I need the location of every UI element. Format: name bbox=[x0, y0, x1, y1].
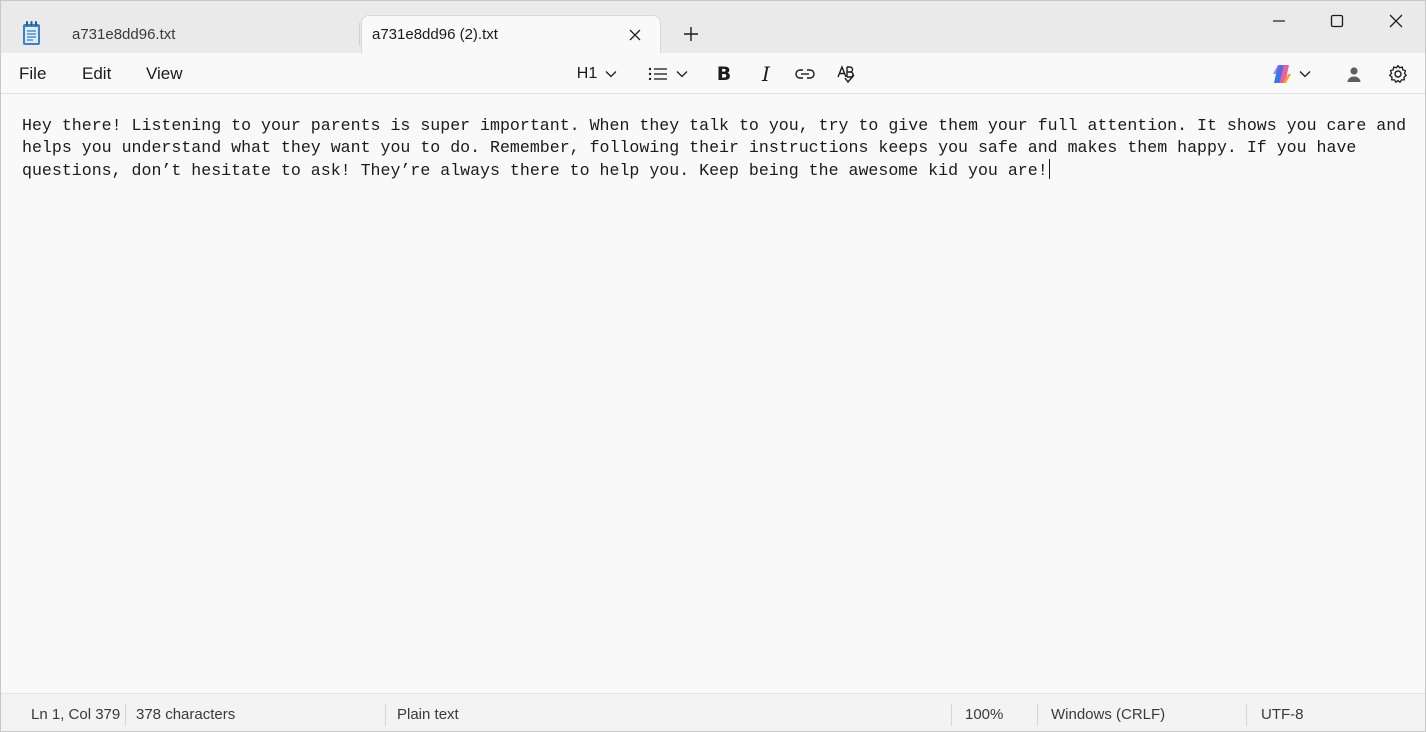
copilot-dropdown[interactable] bbox=[1267, 59, 1315, 89]
zoom-level[interactable]: 100% bbox=[965, 694, 1003, 731]
status-divider bbox=[1037, 704, 1038, 726]
character-count: 378 characters bbox=[136, 705, 236, 723]
menu-edit[interactable]: Edit bbox=[82, 53, 111, 94]
plus-icon[interactable] bbox=[675, 19, 707, 49]
text-editor[interactable]: Hey there! Listening to your parents is … bbox=[1, 94, 1425, 693]
chevron-down-icon bbox=[676, 71, 688, 78]
tab-a731e8dd96[interactable]: a731e8dd96.txt bbox=[61, 15, 359, 53]
status-divider bbox=[385, 704, 386, 726]
status-divider bbox=[125, 704, 126, 726]
notepad-window: a731e8dd96.txt a731e8dd96 (2).txt File E… bbox=[0, 0, 1426, 732]
tab-a731e8dd96-2[interactable]: a731e8dd96 (2).txt bbox=[361, 15, 661, 53]
tab-label: a731e8dd96.txt bbox=[72, 25, 176, 43]
close-icon[interactable] bbox=[620, 20, 650, 50]
chevron-down-icon bbox=[605, 71, 617, 78]
maximize-icon[interactable] bbox=[1308, 1, 1366, 41]
account-icon[interactable] bbox=[1339, 59, 1369, 89]
copilot-icon bbox=[1273, 65, 1291, 83]
menu-bar: File Edit View H1 B I bbox=[1, 53, 1425, 94]
chevron-down-icon bbox=[1299, 71, 1311, 78]
tab-label: a731e8dd96 (2).txt bbox=[372, 26, 498, 43]
list-icon bbox=[648, 67, 667, 81]
tab-divider bbox=[359, 23, 360, 45]
list-dropdown[interactable] bbox=[643, 59, 693, 89]
encoding[interactable]: UTF-8 bbox=[1261, 694, 1304, 731]
line-ending[interactable]: Windows (CRLF) bbox=[1051, 694, 1165, 731]
cursor-position[interactable]: Ln 1, Col 379 bbox=[31, 694, 120, 731]
text-caret bbox=[1048, 159, 1050, 179]
text-format[interactable]: Plain text bbox=[397, 694, 459, 731]
menu-file[interactable]: File bbox=[19, 53, 46, 94]
close-icon[interactable] bbox=[1367, 1, 1425, 41]
link-icon[interactable] bbox=[789, 59, 821, 89]
heading-dropdown[interactable]: H1 bbox=[569, 59, 625, 89]
status-bar: Ln 1, Col 379 378 characters Plain text … bbox=[1, 693, 1425, 731]
status-divider bbox=[951, 704, 952, 726]
document-body[interactable]: Hey there! Listening to your parents is … bbox=[22, 115, 1417, 182]
spellcheck-icon[interactable] bbox=[830, 59, 862, 89]
minimize-icon[interactable] bbox=[1250, 1, 1308, 41]
gear-icon[interactable] bbox=[1383, 59, 1413, 89]
italic-button[interactable]: I bbox=[751, 59, 781, 89]
menu-view[interactable]: View bbox=[146, 53, 183, 94]
title-bar: a731e8dd96.txt a731e8dd96 (2).txt bbox=[1, 1, 1425, 53]
document-text: Hey there! Listening to your parents is … bbox=[22, 116, 1417, 180]
notepad-icon bbox=[19, 19, 45, 47]
status-divider bbox=[1246, 704, 1247, 726]
heading-label: H1 bbox=[576, 65, 598, 82]
bold-button[interactable]: B bbox=[709, 59, 739, 89]
